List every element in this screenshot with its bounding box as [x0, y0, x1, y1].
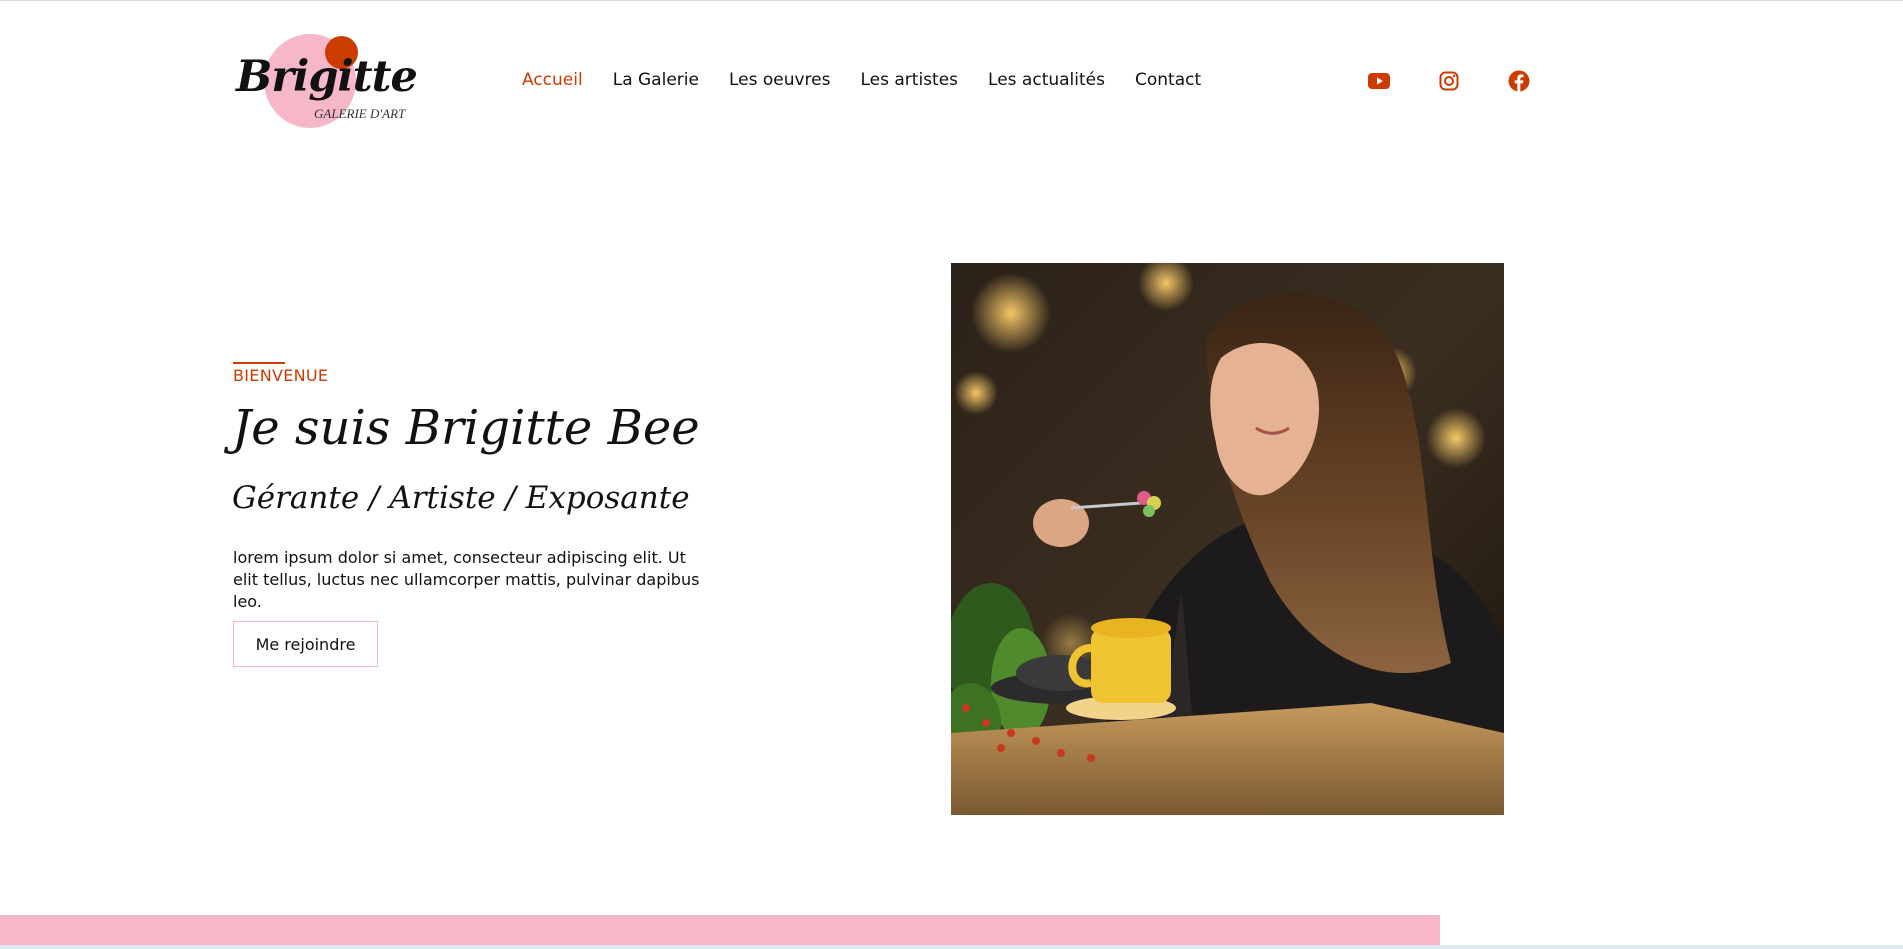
- hero-photo: [951, 263, 1504, 815]
- logo-subtitle: GALERIE D'ART: [314, 106, 406, 121]
- logo-name: Brigitte: [236, 52, 418, 102]
- pink-section-band: [0, 915, 1440, 945]
- top-border: [0, 0, 1903, 1]
- instagram-icon[interactable]: [1437, 69, 1461, 93]
- main-nav: Accueil La Galerie Les oeuvres Les artis…: [522, 70, 1231, 94]
- join-button[interactable]: Me rejoindre: [233, 621, 378, 667]
- nav-item-contact[interactable]: Contact: [1135, 70, 1201, 94]
- site-logo[interactable]: Brigitte GALERIE D'ART: [234, 30, 418, 130]
- eyebrow-underline: [233, 362, 285, 364]
- nav-item-la-galerie[interactable]: La Galerie: [613, 70, 699, 94]
- hero-description: lorem ipsum dolor si amet, consecteur ad…: [233, 548, 700, 611]
- nav-item-les-oeuvres[interactable]: Les oeuvres: [729, 70, 831, 94]
- bottom-border: [0, 945, 1903, 949]
- youtube-icon[interactable]: [1367, 69, 1391, 93]
- facebook-icon[interactable]: [1507, 69, 1531, 93]
- nav-item-les-artistes[interactable]: Les artistes: [861, 70, 959, 94]
- hero-eyebrow: BIENVENUE: [233, 366, 329, 385]
- nav-item-accueil[interactable]: Accueil: [522, 70, 583, 94]
- nav-item-les-actualites[interactable]: Les actualités: [988, 70, 1105, 94]
- hero-subtitle: Gérante / Artiste / Exposante: [232, 480, 690, 516]
- hero-title: Je suis Brigitte Bee: [232, 400, 700, 456]
